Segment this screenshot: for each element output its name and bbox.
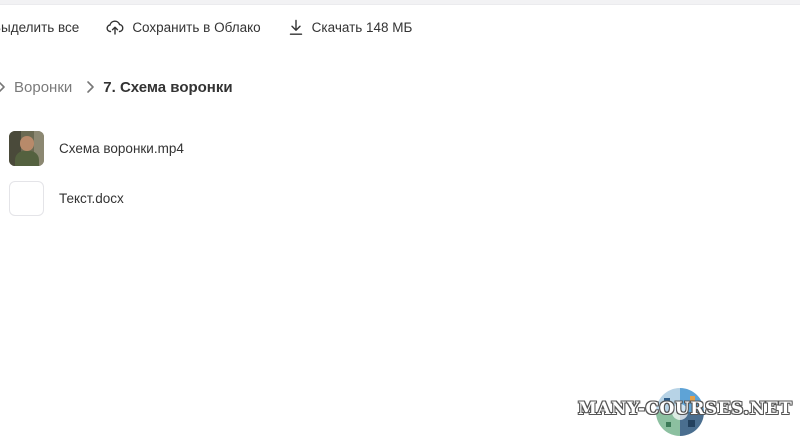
select-all-button[interactable]: Выделить все: [0, 20, 79, 35]
download-button[interactable]: Скачать 148 МБ: [288, 19, 413, 36]
file-name: Схема воронки.mp4: [59, 140, 184, 156]
file-row-document[interactable]: Текст.docx: [9, 180, 184, 216]
breadcrumb-current: 7. Схема воронки: [103, 78, 233, 96]
toolbar: Выделить все Сохранить в Облако Скачать …: [0, 14, 412, 40]
chevron-right-icon: [85, 80, 95, 94]
document-thumbnail: [9, 180, 44, 216]
save-to-cloud-button[interactable]: Сохранить в Облако: [106, 19, 261, 35]
download-label: Скачать 148 МБ: [311, 19, 413, 35]
select-all-label: Выделить все: [0, 19, 80, 35]
watermark: MANY-COURSES.NET: [578, 386, 800, 438]
file-row-video[interactable]: Схема воронки.mp4: [9, 130, 184, 166]
download-icon: [288, 19, 304, 36]
file-name: Текст.docx: [59, 190, 124, 206]
breadcrumb: Воронки 7. Схема воронки: [0, 76, 233, 98]
breadcrumb-link-voronki[interactable]: Воронки: [14, 79, 72, 96]
watermark-text: MANY-COURSES.NET: [578, 399, 793, 419]
video-thumbnail: [9, 130, 44, 166]
save-to-cloud-label: Сохранить в Облако: [132, 19, 261, 35]
file-list: Схема воронки.mp4 Текст.docx: [9, 130, 184, 230]
chevron-right-icon: [0, 80, 6, 94]
top-bar: [0, 0, 800, 5]
cloud-upload-icon: [106, 19, 124, 35]
